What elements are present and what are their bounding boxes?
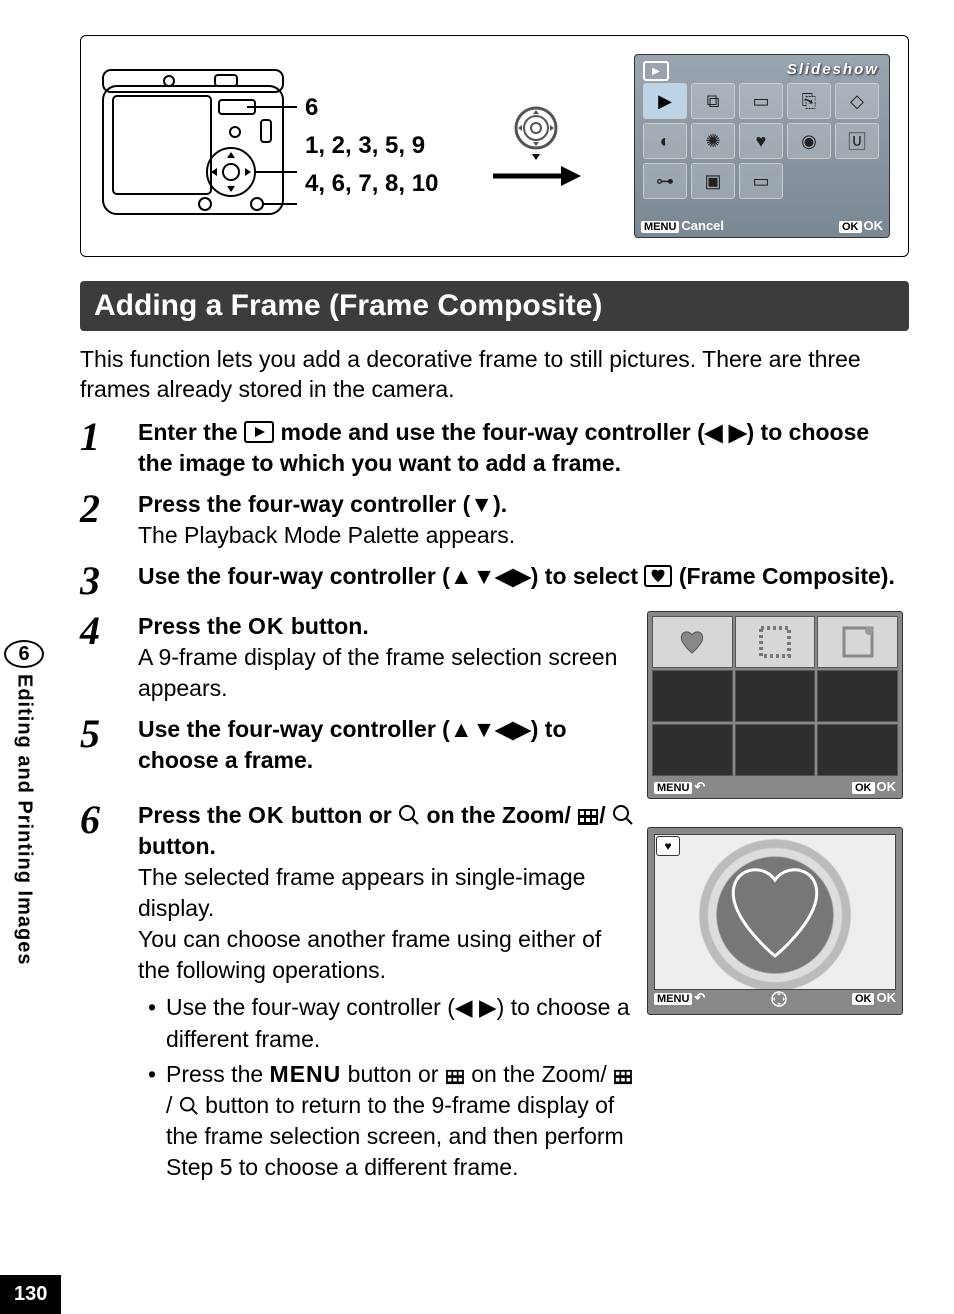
callout-numbers: 6 1, 2, 3, 5, 9 4, 6, 7, 8, 10 bbox=[305, 89, 438, 203]
menu-button-label: MENU bbox=[270, 1061, 342, 1087]
palette-rotate-icon: ◇ bbox=[835, 83, 879, 119]
palette-copy-icon: ⎘ bbox=[787, 83, 831, 119]
palette-filter-icon: ◐ bbox=[643, 123, 687, 159]
step-6-bullet-1: Use the four-way controller (◀ ▶) to cho… bbox=[146, 992, 635, 1054]
lcd-footer: MENUCancel OKOK bbox=[641, 218, 883, 233]
chapter-number-badge: 6 bbox=[4, 640, 44, 668]
magnify-icon bbox=[612, 804, 634, 826]
step-5-head: Use the four-way controller (▲▼◀▶) to ch… bbox=[138, 714, 635, 776]
step-3-text-b: (Frame Composite). bbox=[679, 563, 895, 589]
lcd-title: Slideshow bbox=[787, 61, 879, 78]
arrow-right-icon bbox=[491, 164, 581, 188]
step-2: 2 Press the four-way controller (▼). The… bbox=[80, 489, 909, 551]
lcd-palette-screen: ▶ Slideshow ▶ ⧉ ▭ ⎘ ◇ ◐ ✺ ♥ ◉ 🅄 ⊶ ▣ ▭ ME… bbox=[634, 54, 890, 238]
right-screenshots: MENU↶ OKOK ♥ MENU↶ OKOK bbox=[647, 611, 909, 1043]
step-4-head-a: Press the bbox=[138, 613, 248, 639]
step-6: 6 Press the OK button or on the Zoom/ / bbox=[80, 800, 635, 1187]
side-tab: 6 Editing and Printing Images bbox=[0, 640, 48, 965]
step-6-head-b: button or bbox=[291, 802, 398, 828]
palette-redeye-icon: ◉ bbox=[787, 123, 831, 159]
frame-thumb-empty bbox=[735, 670, 816, 722]
step-number: 5 bbox=[80, 714, 120, 754]
step-number: 4 bbox=[80, 611, 120, 651]
mini2-ok-ok: OKOK bbox=[852, 990, 896, 1011]
palette-trim-icon: ▭ bbox=[739, 83, 783, 119]
frame-grid-screen: MENU↶ OKOK bbox=[647, 611, 903, 799]
page-number: 130 bbox=[0, 1275, 61, 1314]
ok-button-label: OK bbox=[248, 613, 285, 639]
frame-thumb-empty bbox=[735, 724, 816, 776]
frame-preview-screen: ♥ MENU↶ OKOK bbox=[647, 827, 903, 1015]
step-6-sub-b: You can choose another frame using eithe… bbox=[138, 924, 635, 986]
lcd-menu-cancel: MENUCancel bbox=[641, 218, 724, 233]
lcd-ok-ok: OKOK bbox=[839, 218, 883, 233]
palette-brightness-icon: ✺ bbox=[691, 123, 735, 159]
thumbnail-icon bbox=[445, 1069, 465, 1085]
step-1: 1 Enter the mode and use the four-way co… bbox=[80, 417, 909, 479]
callout-line-1: 6 bbox=[305, 89, 438, 127]
frame-thumb-empty bbox=[817, 724, 898, 776]
playback-mode-icon bbox=[244, 421, 274, 443]
mini2-menu-back: MENU↶ bbox=[654, 990, 705, 1011]
step-6-head-c: on the Zoom/ bbox=[427, 802, 571, 828]
step-6-sub-a: The selected frame appears in single-ima… bbox=[138, 862, 635, 924]
magnify-icon bbox=[179, 1096, 199, 1116]
callout-line-3: 4, 6, 7, 8, 10 bbox=[305, 165, 438, 203]
playback-mode-icon: ▶ bbox=[643, 61, 669, 81]
magnify-icon bbox=[398, 804, 420, 826]
top-figure-panel: 6 1, 2, 3, 5, 9 4, 6, 7, 8, 10 ▶ Slidesh… bbox=[80, 35, 909, 257]
step-2-head: Press the four-way controller (▼). bbox=[138, 489, 909, 520]
dial-icon bbox=[508, 104, 564, 160]
step-3-text-a: Use the four-way controller (▲▼◀▶) to se… bbox=[138, 563, 644, 589]
frame-thumb-flowers bbox=[735, 616, 816, 668]
step-3: 3 Use the four-way controller (▲▼◀▶) to … bbox=[80, 561, 909, 601]
framed-photo-preview bbox=[654, 834, 896, 990]
frame-mode-badge-icon: ♥ bbox=[656, 836, 680, 856]
palette-protect-icon: ⊶ bbox=[643, 163, 687, 199]
ok-button-label: OK bbox=[248, 802, 285, 828]
section-title: Adding a Frame (Frame Composite) bbox=[80, 281, 909, 331]
step-6-bullet-2: Press the MENU button or on the Zoom/ / bbox=[146, 1059, 635, 1183]
palette-dpof-icon: ▣ bbox=[691, 163, 735, 199]
palette-grid: ▶ ⧉ ▭ ⎘ ◇ ◐ ✺ ♥ ◉ 🅄 ⊶ ▣ ▭ bbox=[643, 83, 879, 199]
step-number: 2 bbox=[80, 489, 120, 529]
step-number: 3 bbox=[80, 561, 120, 601]
step-6-head-a: Press the bbox=[138, 802, 248, 828]
intro-text: This function lets you add a decorative … bbox=[80, 345, 909, 405]
callout-line-2: 1, 2, 3, 5, 9 bbox=[305, 127, 438, 165]
heart-frame-icon bbox=[715, 852, 835, 972]
frame-thumb-empty bbox=[652, 670, 733, 722]
step-4: 4 Press the OK button. A 9-frame display… bbox=[80, 611, 635, 704]
step-5: 5 Use the four-way controller (▲▼◀▶) to … bbox=[80, 714, 635, 776]
step-4-sub: A 9-frame display of the frame selection… bbox=[138, 642, 635, 704]
mini2-dial-icon bbox=[764, 990, 794, 1011]
step-6-head-d: button. bbox=[138, 833, 216, 859]
thumbnail-icon bbox=[613, 1069, 633, 1085]
palette-slideshow-icon: ▶ bbox=[643, 83, 687, 119]
chapter-title: Editing and Printing Images bbox=[13, 674, 36, 965]
frame-composite-icon bbox=[644, 565, 672, 587]
frame-thumb-heart bbox=[652, 616, 733, 668]
mini-ok-ok: OKOK bbox=[852, 779, 896, 795]
step-1-text-a: Enter the bbox=[138, 419, 244, 445]
palette-resize-icon: ⧉ bbox=[691, 83, 735, 119]
palette-voice-icon: 🅄 bbox=[835, 123, 879, 159]
step-number: 6 bbox=[80, 800, 120, 840]
palette-startup-icon: ▭ bbox=[739, 163, 783, 199]
camera-illustration bbox=[99, 64, 299, 229]
thumbnail-icon bbox=[577, 808, 599, 826]
step-number: 1 bbox=[80, 417, 120, 457]
dial-and-arrow bbox=[444, 104, 628, 188]
frame-thumb-ribbon bbox=[817, 616, 898, 668]
frame-thumb-empty bbox=[817, 670, 898, 722]
frame-thumb-empty bbox=[652, 724, 733, 776]
palette-frame-icon: ♥ bbox=[739, 123, 783, 159]
step-2-sub: The Playback Mode Palette appears. bbox=[138, 520, 909, 551]
mini-menu-back: MENU↶ bbox=[654, 779, 705, 795]
step-4-head-b: button. bbox=[291, 613, 369, 639]
steps: 1 Enter the mode and use the four-way co… bbox=[80, 417, 909, 1197]
